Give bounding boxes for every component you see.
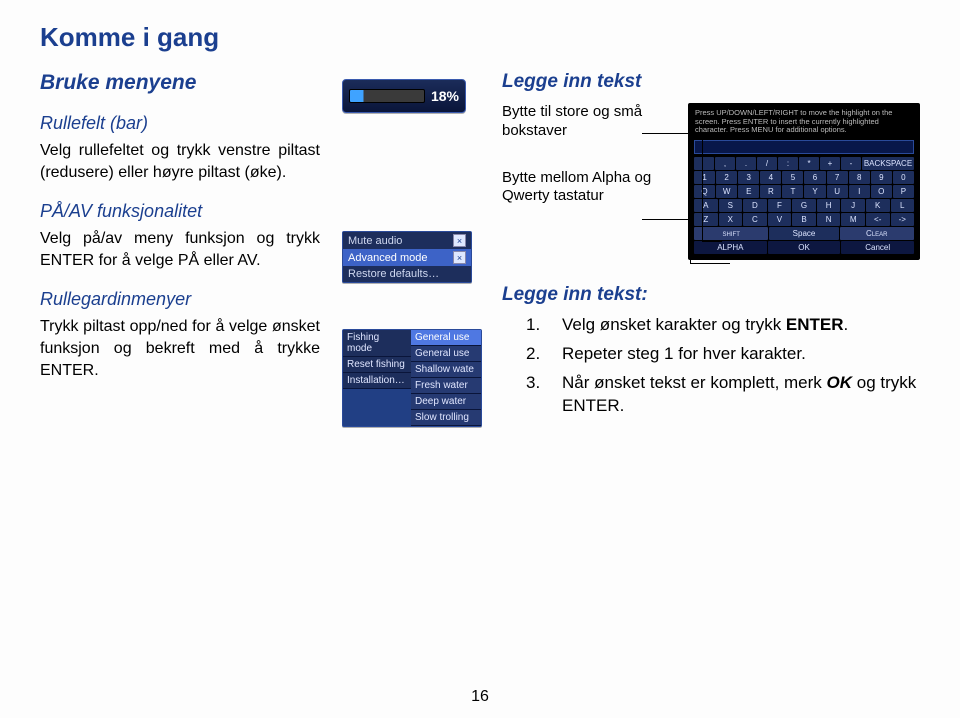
key: A bbox=[694, 199, 718, 212]
keyboard-hint: Press UP/DOWN/LEFT/RIGHT to move the hig… bbox=[692, 107, 916, 140]
dropdown-option: Shallow wate bbox=[411, 362, 481, 378]
key: D bbox=[743, 199, 767, 212]
key: 9 bbox=[871, 171, 892, 184]
key: -> bbox=[891, 213, 915, 226]
key: K bbox=[866, 199, 890, 212]
page-number: 16 bbox=[0, 688, 960, 706]
dropdown-option: General use bbox=[411, 346, 481, 362]
key: U bbox=[827, 185, 848, 198]
key: Q bbox=[694, 185, 715, 198]
slider-figure: 18% bbox=[342, 79, 466, 113]
dropdown-figure: Fishing modeReset fishingInstallation… G… bbox=[342, 329, 482, 427]
key: 3 bbox=[738, 171, 759, 184]
keyboard-footer-button: ALPHA bbox=[694, 241, 767, 254]
dropdown-option: Deep water bbox=[411, 394, 481, 410]
key: . bbox=[736, 157, 756, 170]
page-title: Komme i gang bbox=[40, 22, 920, 53]
key: F bbox=[768, 199, 792, 212]
key: - bbox=[841, 157, 861, 170]
key: shift bbox=[694, 227, 768, 240]
key: B bbox=[792, 213, 816, 226]
key: H bbox=[817, 199, 841, 212]
key: 7 bbox=[827, 171, 848, 184]
key: <- bbox=[866, 213, 890, 226]
dropdown-heading: Rullegardinmenyer bbox=[40, 289, 320, 310]
checkbox-menu-figure: Mute audio×Advanced mode×Restore default… bbox=[342, 231, 472, 283]
steps-heading: Legge inn tekst: bbox=[502, 284, 920, 306]
key: M bbox=[841, 213, 865, 226]
key: 6 bbox=[804, 171, 825, 184]
layout-label: Bytte mellom Alpha og Qwerty tastatur bbox=[502, 169, 672, 207]
dropdown-option: Slow trolling bbox=[411, 410, 481, 426]
key: P bbox=[893, 185, 914, 198]
key: O bbox=[871, 185, 892, 198]
key: T bbox=[782, 185, 803, 198]
legge-heading: Legge inn tekst bbox=[502, 71, 920, 93]
dropdown-option: Fresh water bbox=[411, 378, 481, 394]
key: G bbox=[792, 199, 816, 212]
key: N bbox=[817, 213, 841, 226]
dropdown-label: Installation… bbox=[343, 373, 411, 389]
key: , bbox=[715, 157, 735, 170]
key: Clear bbox=[840, 227, 914, 240]
dropdown-para: Trykk piltast opp/ned for å velge ønsket… bbox=[40, 316, 320, 381]
right-column: Legge inn tekst Bytte til store og små b… bbox=[502, 71, 920, 427]
keyboard-entry-field bbox=[694, 140, 914, 154]
key: I bbox=[849, 185, 870, 198]
key: L bbox=[891, 199, 915, 212]
middle-column: 18% Mute audio×Advanced mode×Restore def… bbox=[342, 71, 480, 427]
key: X bbox=[719, 213, 743, 226]
onoff-heading: PÅ/AV funksjonalitet bbox=[40, 201, 320, 222]
key: 1 bbox=[694, 171, 715, 184]
key bbox=[694, 157, 714, 170]
dropdown-label: Fishing mode bbox=[343, 330, 411, 357]
checkbox-icon: × bbox=[453, 234, 466, 247]
key: * bbox=[799, 157, 819, 170]
key: E bbox=[738, 185, 759, 198]
key: 4 bbox=[760, 171, 781, 184]
case-label: Bytte til store og små bokstaver bbox=[502, 103, 672, 141]
use-menus-heading: Bruke menyene bbox=[40, 71, 320, 95]
key: V bbox=[768, 213, 792, 226]
key: Z bbox=[694, 213, 718, 226]
menu-row: Advanced mode× bbox=[343, 249, 471, 266]
key: 2 bbox=[716, 171, 737, 184]
rollefelt-heading: Rullefelt (bar) bbox=[40, 113, 320, 134]
keyboard-figure: Press UP/DOWN/LEFT/RIGHT to move the hig… bbox=[688, 103, 920, 260]
key: BACKSPACE bbox=[862, 157, 914, 170]
key: J bbox=[841, 199, 865, 212]
key: : bbox=[778, 157, 798, 170]
key: Space bbox=[769, 227, 838, 240]
step-item: 1.Velg ønsket karakter og trykk ENTER. bbox=[526, 314, 920, 337]
rollefelt-para: Velg rullefeltet og trykk venstre piltas… bbox=[40, 140, 320, 183]
menu-row: Mute audio× bbox=[343, 232, 471, 249]
key: + bbox=[820, 157, 840, 170]
menu-row: Restore defaults… bbox=[343, 266, 471, 282]
keyboard-footer-button: Cancel bbox=[841, 241, 914, 254]
key: W bbox=[716, 185, 737, 198]
step-item: 2.Repeter steg 1 for hver karakter. bbox=[526, 343, 920, 366]
onoff-para: Velg på/av meny funksjon og trykk ENTER … bbox=[40, 228, 320, 271]
key: 8 bbox=[849, 171, 870, 184]
key: C bbox=[743, 213, 767, 226]
left-column: Bruke menyene Rullefelt (bar) Velg rulle… bbox=[40, 71, 320, 427]
checkbox-icon: × bbox=[453, 251, 466, 264]
dropdown-label: Reset fishing bbox=[343, 357, 411, 373]
key: 0 bbox=[893, 171, 914, 184]
key: / bbox=[757, 157, 777, 170]
step-item: 3.Når ønsket tekst er komplett, merk OK … bbox=[526, 372, 920, 418]
steps-list: 1.Velg ønsket karakter og trykk ENTER. 2.… bbox=[526, 314, 920, 418]
key: S bbox=[719, 199, 743, 212]
dropdown-option: General use bbox=[411, 330, 481, 346]
slider-bar bbox=[349, 89, 425, 103]
key: Y bbox=[804, 185, 825, 198]
keyboard-footer-button: OK bbox=[768, 241, 841, 254]
slider-value: 18% bbox=[431, 88, 459, 104]
key: R bbox=[760, 185, 781, 198]
key: 5 bbox=[782, 171, 803, 184]
